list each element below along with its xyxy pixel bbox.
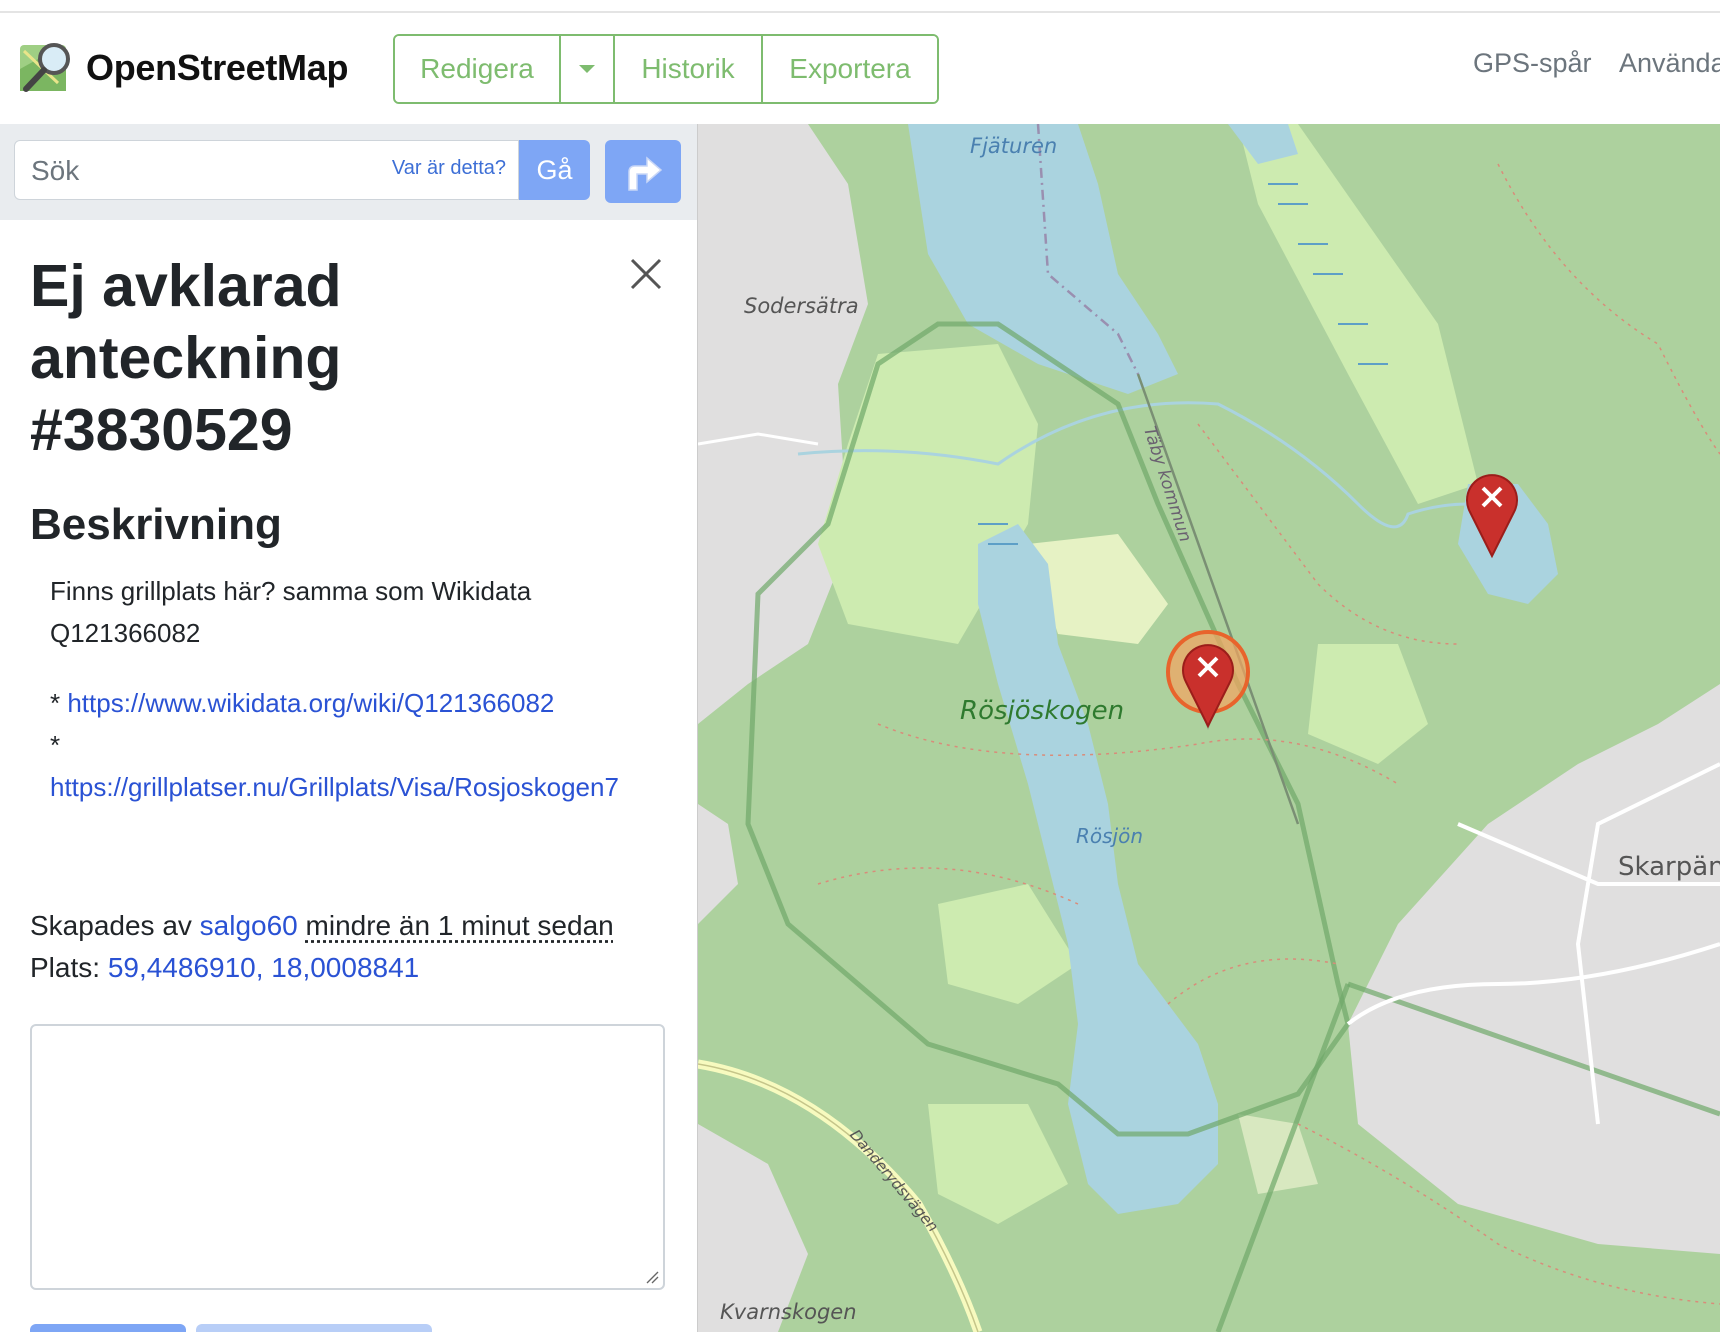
history-button[interactable]: Historik — [615, 36, 763, 102]
chevron-down-icon — [579, 65, 595, 73]
bullet-1: * — [50, 688, 68, 718]
edit-dropdown-button[interactable] — [561, 36, 615, 102]
browser-top-edge — [0, 0, 1720, 13]
edit-button[interactable]: Redigera — [395, 36, 561, 102]
map-label-fjaturen: Fjäturen — [970, 134, 1058, 158]
directions-button[interactable] — [605, 140, 681, 203]
page-title: Ej avklarad anteckning #3830529 — [30, 253, 342, 463]
gps-traces-link[interactable]: GPS-spår — [1473, 48, 1592, 79]
created-by-label: Skapades av — [30, 910, 200, 941]
location-label: Plats: — [30, 952, 108, 983]
map-label-kvarnskogen: Kvarnskogen — [720, 1300, 857, 1324]
close-icon[interactable] — [628, 256, 664, 292]
where-is-this-link[interactable]: Var är detta? — [392, 157, 506, 180]
resolve-button[interactable] — [30, 1324, 186, 1332]
osm-logo-icon[interactable] — [18, 39, 76, 97]
map-label-sodersatra: Sodersätra — [744, 294, 859, 318]
created-time: mindre än 1 minut sedan — [305, 910, 614, 941]
resize-handle-icon[interactable] — [645, 1270, 659, 1284]
wikidata-link[interactable]: https://www.wikidata.org/wiki/Q121366082 — [67, 688, 554, 718]
header: OpenStreetMap Redigera Historik Exporter… — [0, 13, 1720, 124]
directions-icon — [628, 155, 663, 191]
search-placeholder: Sök — [31, 155, 80, 186]
export-button[interactable]: Exportera — [763, 36, 937, 102]
comment-textarea[interactable] — [30, 1024, 665, 1290]
search-input[interactable]: Sök Var är detta? — [14, 140, 519, 200]
search-go-button[interactable]: Gå — [519, 140, 590, 200]
map[interactable]: Fjäturen Sodersätra Täby kommun Rösjösko… — [698, 124, 1720, 1332]
note-description: Finns grillplats här? samma som Wikidata… — [50, 570, 670, 808]
author-link[interactable]: salgo60 — [200, 910, 298, 941]
comment-button[interactable] — [196, 1324, 432, 1332]
user-diaries-link[interactable]: Använda — [1619, 48, 1720, 79]
map-label-skarpa: Skarpän — [1618, 852, 1720, 882]
edit-button-group: Redigera Historik Exportera — [393, 34, 939, 104]
map-label-rosjoskogen: Rösjöskogen — [960, 696, 1125, 726]
map-label-rosjon: Rösjön — [1076, 824, 1144, 848]
brand-name[interactable]: OpenStreetMap — [86, 47, 348, 89]
location-link[interactable]: 59,4486910, 18,0008841 — [108, 952, 419, 983]
description-text: Finns grillplats här? samma som Wikidata… — [50, 576, 532, 648]
description-heading: Beskrivning — [30, 500, 282, 549]
note-metadata: Skapades av salgo60 mindre än 1 minut se… — [30, 905, 690, 989]
note-content: Ej avklarad anteckning #3830529 — [30, 250, 670, 466]
sidebar: Sök Var är detta? Gå Ej avklarad anteckn… — [0, 124, 698, 1332]
search-bar: Sök Var är detta? Gå — [0, 124, 697, 220]
bullet-2: * — [50, 730, 61, 760]
grillplatser-link[interactable]: https://grillplatser.nu/Grillplats/Visa/… — [50, 772, 619, 802]
